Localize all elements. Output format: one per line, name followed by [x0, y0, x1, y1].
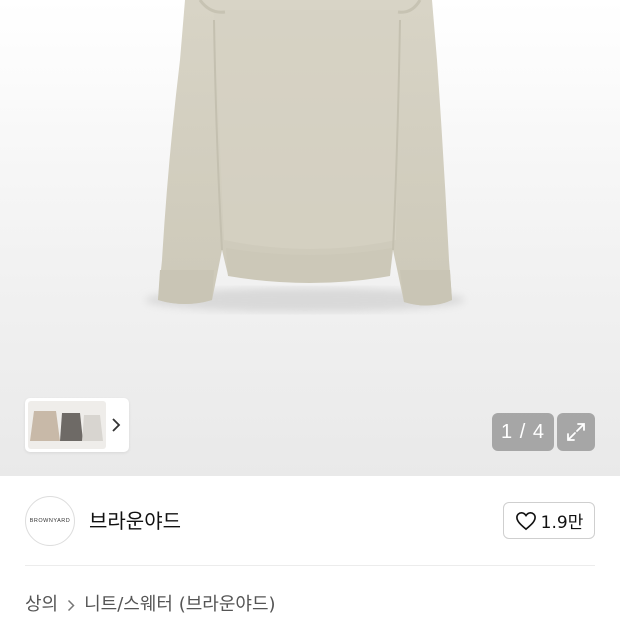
heart-icon: [515, 511, 536, 530]
breadcrumb: 상의 니트/스웨터 (브라운야드): [25, 593, 276, 617]
product-image-gallery[interactable]: 1 / 4: [0, 0, 620, 476]
like-count: 1.9만: [540, 513, 584, 533]
chevron-right-icon: [67, 599, 75, 612]
expand-icon: [567, 423, 585, 441]
brand-name[interactable]: 브라운야드: [89, 508, 181, 534]
expand-button[interactable]: [557, 413, 595, 451]
image-counter: 1 / 4: [492, 413, 554, 451]
thumbnail-image[interactable]: [28, 401, 106, 449]
like-button[interactable]: 1.9만: [503, 502, 595, 539]
breadcrumb-item-category[interactable]: 니트/스웨터 (브라운야드): [84, 593, 275, 617]
divider: [25, 565, 595, 566]
chevron-right-icon[interactable]: [106, 417, 126, 433]
brand-logo-text: BROWNYARD: [29, 518, 71, 524]
thumbnail-strip[interactable]: [25, 398, 129, 452]
brand-logo[interactable]: BROWNYARD: [25, 496, 75, 546]
brand-row: BROWNYARD 브라운야드 1.9만: [0, 477, 620, 565]
breadcrumb-item-top[interactable]: 상의: [25, 593, 58, 617]
